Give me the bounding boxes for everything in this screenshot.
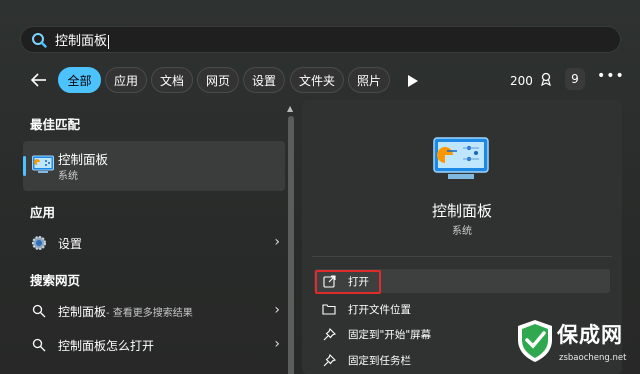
chevron-right-icon[interactable]: › [274,336,280,352]
chevron-right-icon[interactable]: › [274,234,280,250]
search-input[interactable]: 控制面板 [55,30,110,49]
pin-icon [322,353,336,367]
filter-tab-label: 网页 [205,73,230,88]
filter-bar: 全部 应用 文档 网页 设置 文件夹 照片 200 9 ••• [0,64,640,96]
results-scrollbar[interactable]: ▲ [286,104,296,374]
web-result-item[interactable]: 控制面板怎么打开 › [30,333,280,357]
rewards-points[interactable]: 200 [510,72,553,89]
rewards-trophy-icon [539,72,553,89]
apps-heading: 应用 [30,205,56,220]
text-caret [108,34,110,49]
search-icon [30,336,48,354]
detail-title: 控制面板 [431,202,492,220]
play-more-icon[interactable] [407,73,419,87]
divider [312,256,612,257]
action-label: 固定到任务栏 [348,354,411,367]
back-arrow-icon[interactable] [28,70,50,90]
app-result-settings[interactable]: 设置 › [30,231,280,255]
filter-tab-folders[interactable]: 文件夹 [290,67,344,93]
scroll-up-icon[interactable]: ▲ [287,104,293,113]
control-panel-icon [32,155,54,175]
selection-indicator [23,156,26,176]
filter-tab-label: 照片 [356,73,381,88]
filter-tab-web[interactable]: 网页 [197,67,239,93]
best-match-heading: 最佳匹配 [30,117,81,132]
notification-badge[interactable]: 9 [565,68,585,90]
settings-gear-icon [30,234,48,252]
web-result-label: 控制面板 [58,304,107,319]
web-search-heading: 搜索网页 [30,273,81,288]
best-match-title: 控制面板 [58,152,109,167]
search-icon [31,32,47,48]
highlight-box [315,270,381,294]
detail-subtitle: 系统 [452,226,472,237]
filter-tab-documents[interactable]: 文档 [151,67,193,93]
web-result-item[interactable]: 控制面板 - 查看更多搜索结果 › [30,299,280,323]
watermark-name: 保成网 [557,323,623,347]
filter-tab-label: 文件夹 [298,73,335,88]
filter-tab-label: 应用 [113,73,138,88]
filter-tab-label: 文档 [159,73,184,88]
best-match-subtitle: 系统 [58,171,78,182]
notification-count: 9 [571,72,579,86]
shield-logo-icon [515,318,555,364]
watermark: 保成网 zsbaocheng.net [515,316,640,374]
filter-tab-label: 全部 [67,73,92,88]
filter-tab-photos[interactable]: 照片 [348,67,390,93]
more-options-dots: ••• [597,68,625,84]
filter-tab-settings[interactable]: 设置 [243,67,285,93]
best-match-item[interactable]: 控制面板 系统 [23,141,285,191]
control-panel-large-icon [433,137,489,181]
search-panel: 控制面板 全部 应用 文档 网页 设置 文件夹 照片 200 9 ••• 最佳匹… [0,0,640,374]
search-icon [30,302,48,320]
app-result-label: 设置 [58,236,83,251]
watermark-url: zsbaocheng.net [559,353,627,363]
pin-icon [322,327,336,341]
filter-tab-apps[interactable]: 应用 [105,67,147,93]
action-label: 打开文件位置 [348,303,411,316]
search-query-text: 控制面板 [55,34,108,49]
folder-icon [322,302,336,316]
rewards-points-value: 200 [510,73,533,88]
filter-tab-all[interactable]: 全部 [58,67,101,93]
search-box[interactable]: 控制面板 [20,26,621,53]
action-label: 固定到"开始"屏幕 [348,328,432,341]
web-result-suffix: - 查看更多搜索结果 [106,307,193,319]
filter-tab-label: 设置 [251,73,276,88]
more-options-icon[interactable]: ••• [597,68,625,84]
chevron-right-icon[interactable]: › [274,302,280,318]
scroll-thumb[interactable] [288,116,294,374]
web-result-label: 控制面板怎么打开 [58,338,155,353]
